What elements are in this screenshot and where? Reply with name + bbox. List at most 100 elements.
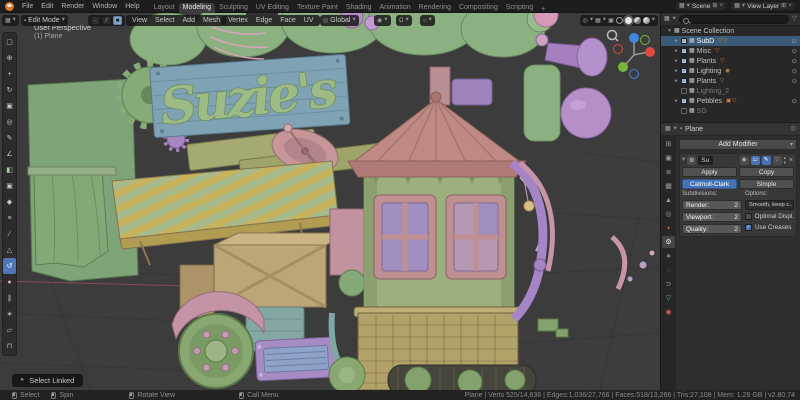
delete-modifier-icon[interactable]: × [788, 157, 794, 164]
outliner-root-row[interactable]: ▾ ▦ Scene Collection [661, 26, 800, 36]
menu-edit[interactable]: Edit [37, 0, 57, 13]
navigation-gizmo[interactable] [604, 27, 656, 83]
disclosure-icon[interactable]: ▸ [674, 38, 679, 44]
move-down-icon[interactable]: ▾ [784, 160, 786, 166]
edge-select-button[interactable]: ∕ [102, 16, 111, 25]
tool-cursor[interactable]: ⊕ [3, 50, 16, 66]
tab-constraints[interactable]: ⊃ [662, 278, 675, 290]
orientation-dropdown[interactable]: ◎ Global ▾ [320, 15, 359, 26]
tool-inset-faces[interactable]: ▣ [3, 178, 16, 194]
tab-output[interactable]: ≣ [662, 166, 675, 178]
axis-z-neg-handle[interactable] [629, 69, 639, 79]
tab-modeling[interactable]: Modeling [178, 2, 216, 13]
tool-edge-slide[interactable]: ∥ [3, 290, 16, 306]
tab-animation[interactable]: Animation [376, 3, 415, 13]
viewport-3d[interactable]: Suzie's ▦ ▾ ▪ Edit Mode ▾ · ∕ ■ View Sel… [0, 13, 660, 390]
add-modifier-button[interactable]: Add Modifier ▾ [679, 139, 797, 150]
tab-world[interactable]: ◎ [662, 208, 675, 220]
new-layer-icon[interactable]: ⊞ [781, 3, 786, 9]
overlays-toggle-icon[interactable]: ▦ [595, 18, 601, 24]
tab-shading[interactable]: Shading [342, 3, 376, 13]
pin-icon[interactable]: ◎ [790, 125, 796, 133]
gizmo-toggle-icon[interactable]: ◎ [583, 18, 588, 24]
tab-active-tool[interactable]: ⊞ [662, 138, 675, 150]
tool-extrude-region[interactable]: ◧ [3, 162, 16, 178]
view-layer-selector[interactable]: ▦ ▾ View Layer ⊞ × [730, 1, 796, 11]
tab-sculpting[interactable]: Sculpting [215, 3, 252, 13]
tool-rotate[interactable]: ↻ [3, 82, 16, 98]
copy-button[interactable]: Copy [739, 167, 794, 177]
close-icon[interactable]: × [788, 2, 792, 10]
tab-render[interactable]: ▣ [662, 152, 675, 164]
tab-view-layer[interactable]: ▦ [662, 180, 675, 192]
catmull-clark-button[interactable]: Catmull-Clark [682, 179, 737, 189]
menu-select[interactable]: Select [152, 17, 177, 24]
collection-checkbox[interactable] [681, 108, 687, 114]
menu-add[interactable]: Add [180, 17, 198, 24]
eye-icon[interactable]: ⊙ [792, 47, 797, 55]
tool-annotate[interactable]: ✎ [3, 130, 16, 146]
outliner-row-lighting[interactable]: ▸ ✓ ▦ Lighting ◉ ⊙ [661, 66, 800, 76]
tab-compositing[interactable]: Compositing [455, 3, 502, 13]
outliner-row-plants-2[interactable]: ▸ ✓ ▦ Plants ▽ ⊙ [661, 76, 800, 86]
tab-layout[interactable]: Layout [150, 3, 179, 13]
menu-face[interactable]: Face [277, 17, 299, 24]
pivot-dropdown[interactable]: ◉ ▾ [374, 15, 391, 26]
add-workspace-button[interactable]: + [537, 6, 549, 13]
eye-icon[interactable]: ⊙ [792, 57, 797, 65]
tool-shrink-fatten[interactable]: ∗ [3, 306, 16, 322]
tab-object[interactable]: ▪ [662, 222, 675, 234]
eye-icon[interactable]: ⊙ [792, 77, 797, 85]
tool-transform[interactable]: ◎ [3, 114, 16, 130]
collection-checkbox[interactable]: ✓ [681, 48, 687, 54]
outliner-search-input[interactable] [691, 15, 768, 23]
tool-shear[interactable]: ▱ [3, 322, 16, 338]
eye-icon[interactable]: ⊙ [792, 37, 797, 45]
tool-rip-region[interactable]: ⊓ [3, 338, 16, 354]
shading-solid-icon[interactable] [624, 17, 632, 24]
eye-icon[interactable]: ⊙ [792, 67, 797, 75]
shading-wireframe-icon[interactable] [615, 17, 623, 24]
outliner-row-subd[interactable]: ▸ ✓ ▦ SubD ▽▽ ⊙ [661, 36, 800, 46]
vertex-select-button[interactable]: · [91, 16, 100, 25]
disclosure-icon[interactable]: ▸ [674, 58, 679, 64]
axis-y-neg-handle[interactable] [640, 35, 650, 45]
menu-file[interactable]: File [18, 0, 37, 13]
tool-scale[interactable]: ▣ [3, 98, 16, 114]
tool-smooth[interactable]: ● [3, 274, 16, 290]
tab-object-data[interactable]: ▽ [662, 292, 675, 304]
shading-material-icon[interactable] [633, 17, 641, 24]
collection-checkbox[interactable]: ✓ [681, 38, 687, 44]
tab-scripting[interactable]: Scripting [502, 3, 537, 13]
menu-window[interactable]: Window [88, 0, 121, 13]
menu-uv[interactable]: UV [301, 17, 317, 24]
apply-button[interactable]: Apply [682, 167, 737, 177]
outliner-row-lighting-2[interactable]: ▦ Lighting_2 [661, 86, 800, 96]
tool-knife[interactable]: ∕ [3, 226, 16, 242]
use-creases-checkbox[interactable]: ✓ Use Creases [745, 223, 794, 232]
disclosure-icon[interactable]: ▸ [674, 98, 679, 104]
eye-icon[interactable]: ⊙ [792, 97, 797, 105]
menu-view[interactable]: View [129, 17, 150, 24]
viewport-canvas[interactable]: Suzie's [0, 13, 660, 390]
axis-x-handle[interactable] [645, 47, 655, 57]
collection-checkbox[interactable]: ✓ [681, 58, 687, 64]
outliner-row-plants[interactable]: ▸ ✓ ▦ Plants ▽ ⊙ [661, 56, 800, 66]
tab-material[interactable]: ◉ [662, 306, 675, 318]
menu-vertex[interactable]: Vertex [225, 17, 251, 24]
menu-edge[interactable]: Edge [253, 17, 275, 24]
proportional-edit-group[interactable]: ○ ▾ [420, 15, 435, 26]
outliner-display-icon[interactable]: ▦ [664, 16, 670, 22]
snap-group[interactable]: Ω ▾ [396, 15, 412, 26]
tab-physics[interactable]: ◌ [662, 264, 675, 276]
scene-selector[interactable]: ▦ ▾ Scene ⊞ × [674, 1, 728, 11]
collection-checkbox[interactable]: ✓ [681, 78, 687, 84]
editor-type-icon[interactable]: ▦ [665, 126, 671, 132]
collection-checkbox[interactable] [681, 88, 687, 94]
close-icon[interactable]: × [719, 2, 723, 10]
axis-y-handle[interactable] [618, 62, 628, 72]
tab-uv-editing[interactable]: UV Editing [252, 3, 293, 13]
outliner-row-misc[interactable]: ▸ ✓ ▦ Misc ▽ ⊙ [661, 46, 800, 56]
blender-logo-icon[interactable] [5, 1, 14, 11]
xray-toggle-icon[interactable]: ▣ [608, 18, 614, 24]
